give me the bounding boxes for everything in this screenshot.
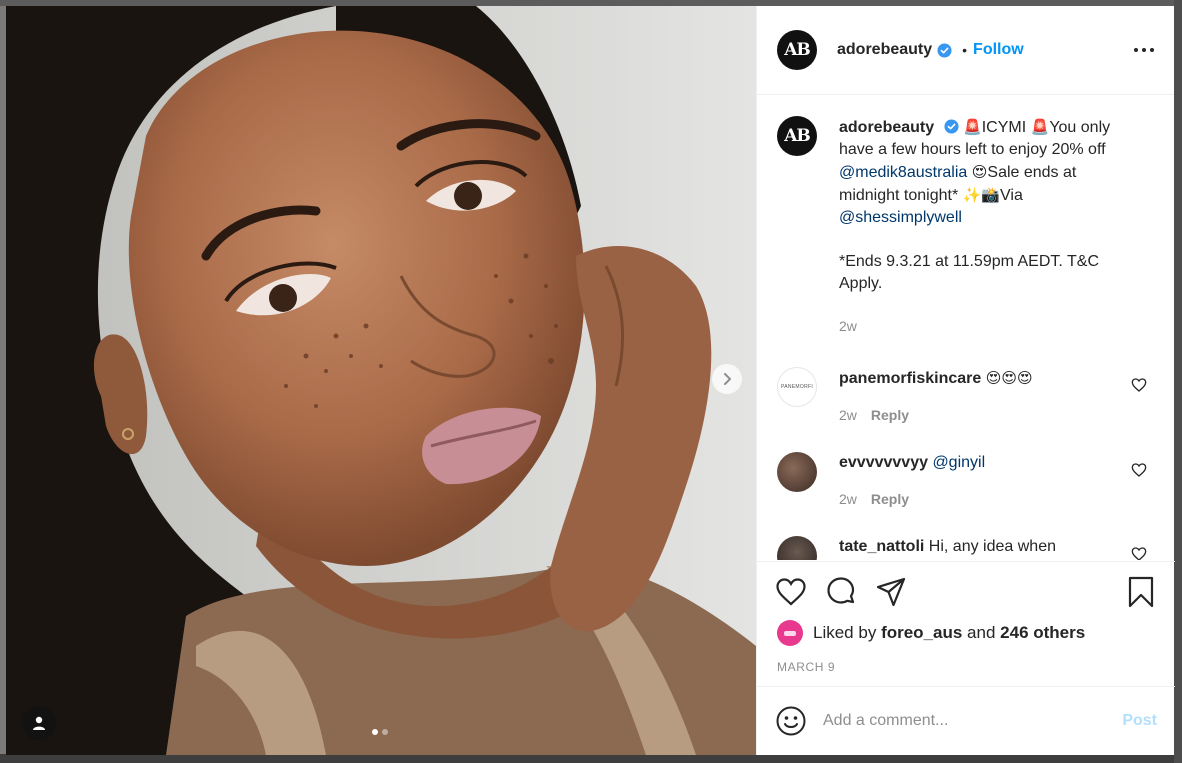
- next-slide-button[interactable]: [712, 364, 742, 394]
- chevron-right-icon: [724, 373, 731, 385]
- post-comment-button[interactable]: Post: [1122, 712, 1157, 730]
- liker-username[interactable]: foreo_aus: [881, 623, 962, 643]
- caption-icymi: ICYMI: [981, 119, 1027, 136]
- share-icon[interactable]: [875, 576, 907, 608]
- author-avatar[interactable]: AB: [777, 30, 817, 70]
- carousel-dot-active: [372, 729, 378, 735]
- backdrop-right-edge: [1174, 0, 1182, 763]
- comment-item: evvvvvvvyy @ginyil 2w Reply: [757, 452, 1175, 510]
- backdrop-strip-bottom: [0, 754, 1182, 763]
- heart-icon[interactable]: [1131, 377, 1147, 393]
- post-date[interactable]: MARCH 9: [777, 660, 835, 674]
- reply-button[interactable]: Reply: [871, 491, 909, 507]
- more-options-icon[interactable]: [1134, 42, 1154, 58]
- comment-text: 😍😍😍: [985, 369, 1033, 387]
- comment-text: Hi, any idea when: [928, 538, 1056, 555]
- author-username[interactable]: adorebeauty: [837, 41, 932, 59]
- caption-body: adorebeauty 🚨ICYMI 🚨You only have a few …: [839, 116, 1139, 337]
- verified-badge-icon: [937, 42, 952, 58]
- carousel-dot: [382, 729, 388, 735]
- carousel-indicator: [372, 729, 388, 735]
- comment-item: tate_nattoli Hi, any idea when: [757, 536, 1175, 560]
- caption-mention-2[interactable]: @shessimplywell: [839, 209, 962, 226]
- heart-eyes-emoji: 😍: [971, 163, 988, 181]
- reply-button[interactable]: Reply: [871, 407, 909, 423]
- likes-and: and: [967, 623, 996, 642]
- sparkle-camera-emoji: ✨📸: [962, 186, 1000, 204]
- post-header: AB adorebeauty • Follow: [757, 6, 1174, 95]
- heart-icon[interactable]: [1131, 462, 1147, 478]
- post-side-panel: AB adorebeauty • Follow AB adorebeauty 🚨…: [756, 6, 1175, 755]
- follow-button[interactable]: Follow: [973, 41, 1024, 59]
- photo-illustration: [6, 6, 756, 755]
- commenter-avatar[interactable]: [777, 452, 817, 492]
- post-actions: Liked by foreo_aus and 246 others MARCH …: [757, 561, 1175, 686]
- comment-meta: 2w Reply: [839, 404, 1129, 426]
- heart-icon[interactable]: [775, 576, 807, 608]
- comment-icon[interactable]: [825, 576, 857, 608]
- comment-username[interactable]: panemorfiskincare: [839, 370, 981, 387]
- emoji-icon[interactable]: [775, 705, 807, 737]
- comment-body: panemorfiskincare 😍😍😍 2w Reply: [839, 367, 1129, 426]
- header-separator: •: [962, 42, 968, 58]
- alarm-emoji: 🚨: [963, 118, 982, 136]
- comment-timestamp[interactable]: 2w: [839, 407, 857, 423]
- comment-input[interactable]: [823, 712, 1103, 730]
- comments-list[interactable]: AB adorebeauty 🚨ICYMI 🚨You only have a f…: [757, 96, 1175, 560]
- caption-via: Via: [1000, 187, 1023, 204]
- commenter-avatar[interactable]: [777, 536, 817, 560]
- add-comment-bar: Post: [757, 686, 1175, 755]
- liker-avatar[interactable]: [777, 620, 803, 646]
- comment-timestamp[interactable]: 2w: [839, 491, 857, 507]
- heart-icon[interactable]: [1131, 546, 1147, 560]
- post-modal: AB adorebeauty • Follow AB adorebeauty 🚨…: [6, 6, 1175, 755]
- commenter-avatar[interactable]: PANEMORFI: [777, 367, 817, 407]
- comment-meta: 2w Reply: [839, 488, 1129, 510]
- likes-others-link[interactable]: 246 others: [1000, 623, 1085, 643]
- likes-prefix: Liked by: [813, 623, 877, 642]
- comment-mention[interactable]: @ginyil: [932, 454, 985, 471]
- commenter-avatar-text: PANEMORFI: [780, 384, 814, 390]
- caption-avatar[interactable]: AB: [777, 116, 817, 156]
- caption-timestamp[interactable]: 2w: [839, 315, 1139, 337]
- caption-mention-1[interactable]: @medik8australia: [839, 164, 967, 181]
- post-caption: AB adorebeauty 🚨ICYMI 🚨You only have a f…: [757, 96, 1175, 337]
- likes-summary: Liked by foreo_aus and 246 others: [777, 620, 1085, 646]
- comment-item: PANEMORFI panemorfiskincare 😍😍😍 2w Reply: [757, 367, 1175, 426]
- user-tag-icon: [33, 716, 45, 730]
- user-tag-button[interactable]: [22, 706, 56, 740]
- alarm-emoji: 🚨: [1030, 118, 1050, 136]
- comment-username[interactable]: evvvvvvvyy: [839, 454, 928, 471]
- post-photo[interactable]: [6, 6, 756, 755]
- caption-username[interactable]: adorebeauty: [839, 119, 934, 136]
- comment-body: evvvvvvvyy @ginyil 2w Reply: [839, 452, 1129, 510]
- bookmark-icon[interactable]: [1125, 576, 1157, 608]
- verified-badge-icon: [944, 119, 959, 134]
- caption-terms: *Ends 9.3.21 at 11.59pm AEDT. T&C Apply.: [839, 253, 1099, 292]
- comment-body: tate_nattoli Hi, any idea when: [839, 536, 1129, 560]
- comment-username[interactable]: tate_nattoli: [839, 538, 924, 555]
